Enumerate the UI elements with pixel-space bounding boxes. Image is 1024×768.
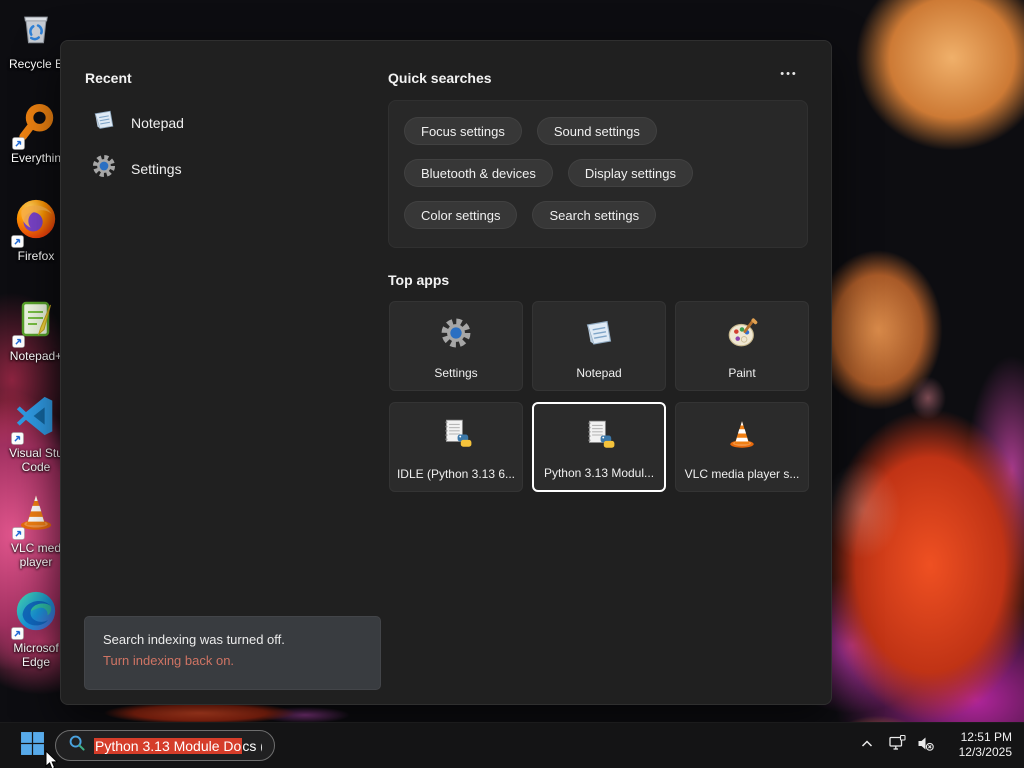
- quick-search-pill[interactable]: Focus settings: [404, 117, 522, 145]
- top-app-tile-vlc[interactable]: VLC media player s...: [675, 402, 809, 492]
- clock-date: 12/3/2025: [958, 745, 1012, 759]
- quick-search-pill[interactable]: Color settings: [404, 201, 518, 229]
- firefox-icon: [11, 196, 59, 248]
- windows-logo-icon: [20, 731, 45, 761]
- notepad-plus-plus-icon: [12, 298, 58, 348]
- unselected-text: cs (: [242, 737, 262, 754]
- ethernet-network-icon: [888, 734, 907, 758]
- top-app-tile-settings[interactable]: Settings: [389, 301, 523, 391]
- edge-icon: [11, 588, 59, 640]
- recent-section-title: Recent: [85, 70, 132, 86]
- clock-time: 12:51 PM: [960, 730, 1012, 744]
- recent-item-label: Notepad: [131, 114, 184, 131]
- paint-icon: [676, 316, 808, 350]
- tray-overflow-button[interactable]: [856, 736, 878, 756]
- tile-label: Notepad: [576, 366, 622, 380]
- tile-label: Paint: [728, 366, 756, 380]
- top-app-tile-python-module-docs[interactable]: Python 3.13 Modul...: [532, 402, 666, 492]
- shortcut-arrow-icon: [11, 432, 24, 445]
- notepad-icon: [533, 316, 665, 350]
- notepad-icon: [91, 107, 117, 138]
- recycle-bin-icon: [16, 8, 56, 55]
- tile-label: VLC media player s...: [684, 467, 800, 481]
- vscode-icon: [11, 393, 59, 445]
- volume-muted-icon: [916, 734, 935, 758]
- top-app-tile-notepad[interactable]: Notepad: [532, 301, 666, 391]
- volume-tray-button[interactable]: [914, 736, 936, 756]
- quick-search-pill[interactable]: Search settings: [532, 201, 657, 229]
- vlc-icon: [676, 417, 808, 451]
- quick-search-pill[interactable]: Display settings: [567, 159, 693, 187]
- toast-message: Search indexing was turned off.: [103, 632, 285, 647]
- more-options-button[interactable]: •••: [773, 63, 805, 85]
- quick-search-pill[interactable]: Bluetooth & devices: [404, 159, 553, 187]
- selected-text: Python 3.13 Module Do: [94, 737, 243, 754]
- everything-search-icon: [12, 102, 58, 150]
- shortcut-arrow-icon: [12, 335, 25, 348]
- python-doc-icon: [390, 417, 522, 451]
- search-icon: [68, 734, 86, 757]
- tile-label: Settings: [434, 366, 478, 380]
- search-input-text: Python 3.13 Module Docs (: [94, 737, 262, 754]
- taskbar: Python 3.13 Module Docs (: [0, 722, 1024, 768]
- indexing-toast: Search indexing was turned off. Turn ind…: [84, 616, 381, 690]
- quick-search-pill[interactable]: Sound settings: [536, 117, 657, 145]
- top-app-tile-idle-python[interactable]: IDLE (Python 3.13 6...: [389, 402, 523, 492]
- windows-desktop: Recycle B Everythin Firefox Notepad+ Vis…: [0, 0, 1024, 768]
- recent-item-notepad[interactable]: Notepad: [91, 107, 184, 138]
- tile-label: Python 3.13 Modul...: [543, 466, 655, 480]
- recent-item-label: Settings: [131, 160, 182, 177]
- shortcut-arrow-icon: [12, 137, 25, 150]
- settings-gear-icon: [91, 153, 117, 184]
- quick-searches-title: Quick searches: [388, 70, 492, 86]
- top-app-tile-paint[interactable]: Paint: [675, 301, 809, 391]
- clock[interactable]: 12:51 PM 12/3/2025: [959, 730, 1012, 760]
- taskbar-search-box[interactable]: Python 3.13 Module Docs (: [55, 730, 275, 761]
- chevron-up-icon: [860, 737, 874, 755]
- vlc-icon: [12, 490, 58, 540]
- ellipsis-icon: •••: [780, 68, 798, 80]
- search-flyout-panel: Recent Notepad Settings Quick searches •…: [60, 40, 832, 705]
- quick-searches-card: Focus settings Sound settings Bluetooth …: [388, 100, 808, 248]
- shortcut-arrow-icon: [11, 627, 24, 640]
- shortcut-arrow-icon: [11, 235, 24, 248]
- network-tray-button[interactable]: [886, 734, 908, 758]
- settings-gear-icon: [390, 316, 522, 350]
- shortcut-arrow-icon: [12, 527, 25, 540]
- python-doc-icon: [534, 418, 664, 452]
- tile-label: IDLE (Python 3.13 6...: [396, 467, 516, 481]
- recent-item-settings[interactable]: Settings: [91, 153, 182, 184]
- top-apps-title: Top apps: [388, 272, 450, 288]
- turn-indexing-on-link[interactable]: Turn indexing back on.: [103, 653, 362, 668]
- start-button[interactable]: [18, 731, 46, 761]
